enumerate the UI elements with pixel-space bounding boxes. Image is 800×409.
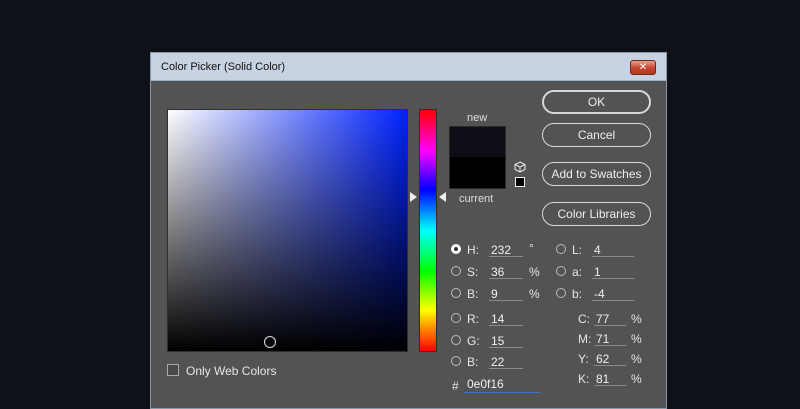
a-channel-radio[interactable] [556,266,566,276]
b-channel-input[interactable]: -4 [592,287,634,301]
brightness-field-row: B: 9 % [451,285,546,301]
yellow-field-row: Y: 62 % [578,350,648,366]
color-libraries-button[interactable]: Color Libraries [542,202,651,226]
hex-hash-label: # [452,379,459,393]
brightness-input[interactable]: 9 [489,287,523,301]
only-web-colors-label[interactable]: Only Web Colors [186,364,276,378]
magenta-field-row: M: 71 % [578,330,648,346]
cyan-unit: % [631,312,642,326]
hue-label: H: [467,243,479,257]
b-channel-field-row: b: -4 [556,285,636,301]
hue-field-row: H: 232 ° [451,241,541,257]
saturation-input[interactable]: 36 [489,265,523,279]
blue-input[interactable]: 22 [489,355,523,369]
color-picker-circle[interactable] [264,336,276,348]
cancel-button[interactable]: Cancel [542,123,651,147]
color-picker-dialog: Color Picker (Solid Color) ✕ new current… [150,52,667,409]
magenta-unit: % [631,332,642,346]
blue-radio[interactable] [451,356,461,366]
black-label: K: [578,372,590,386]
current-color-swatch[interactable] [449,157,506,189]
brightness-label: B: [467,287,479,301]
magenta-input[interactable]: 71 [594,332,626,346]
green-input[interactable]: 15 [489,334,523,348]
green-radio[interactable] [451,335,461,345]
new-color-swatch [449,126,506,157]
hue-slider-right-arrow-icon[interactable] [439,192,446,202]
red-field-row: R: 14 [451,310,531,326]
blue-field-row: B: 22 [451,353,531,369]
ok-button[interactable]: OK [542,90,651,114]
lightness-field-row: L: 4 [556,241,636,257]
red-radio[interactable] [451,313,461,323]
blue-label: B: [467,355,479,369]
hue-slider-left-arrow-icon[interactable] [410,192,417,202]
lightness-label: L: [572,243,583,257]
saturation-unit: % [529,265,540,279]
a-channel-label: a: [572,265,583,279]
magenta-label: M: [578,332,592,346]
cyan-label: C: [578,312,590,326]
a-channel-input[interactable]: 1 [592,265,634,279]
brightness-radio[interactable] [451,288,461,298]
dialog-title: Color Picker (Solid Color) [161,61,286,73]
color-field[interactable] [167,109,408,352]
saturation-label: S: [467,265,479,279]
gamut-warning-cube-icon[interactable] [514,161,526,173]
yellow-label: Y: [578,352,589,366]
yellow-unit: % [631,352,642,366]
black-field-row: K: 81 % [578,370,648,386]
b-channel-label: b: [572,287,583,301]
title-bar[interactable]: Color Picker (Solid Color) ✕ [151,53,666,81]
green-field-row: G: 15 [451,332,531,348]
add-to-swatches-button[interactable]: Add to Swatches [542,162,651,186]
hue-unit: ° [529,241,534,255]
saturation-radio[interactable] [451,266,461,276]
hue-slider[interactable] [419,109,437,352]
hue-radio[interactable] [451,244,461,254]
new-label: new [467,112,488,124]
black-unit: % [631,372,642,386]
green-label: G: [467,334,480,348]
only-web-colors-checkbox[interactable] [167,364,179,376]
red-label: R: [467,312,479,326]
black-input[interactable]: 81 [594,372,626,386]
web-safe-warning-icon[interactable] [515,177,525,187]
hex-input[interactable]: 0e0f16 [464,377,540,393]
b-channel-radio[interactable] [556,288,566,298]
current-label: current [459,193,494,205]
saturation-field-row: S: 36 % [451,263,546,279]
yellow-input[interactable]: 62 [594,352,626,366]
red-input[interactable]: 14 [489,312,523,326]
a-channel-field-row: a: 1 [556,263,636,279]
lightness-radio[interactable] [556,244,566,254]
cyan-field-row: C: 77 % [578,310,648,326]
lightness-input[interactable]: 4 [592,243,634,257]
hue-input[interactable]: 232 [489,243,523,257]
brightness-unit: % [529,287,540,301]
close-button[interactable]: ✕ [630,60,656,75]
cyan-input[interactable]: 77 [594,312,626,326]
